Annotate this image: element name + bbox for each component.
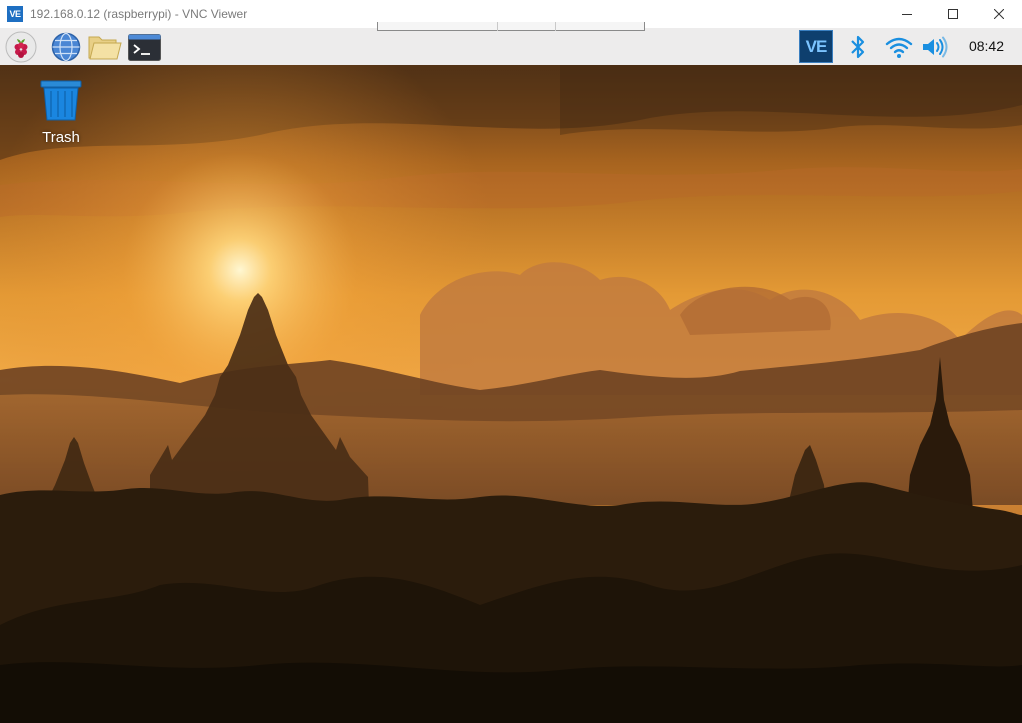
trash-label: Trash: [42, 129, 80, 146]
window-title: 192.168.0.12 (raspberrypi) - VNC Viewer: [30, 7, 248, 21]
vnc-app-icon: VE: [7, 6, 23, 22]
minimize-icon: [902, 14, 912, 15]
wifi-icon: [885, 37, 913, 58]
bluetooth-button[interactable]: [846, 30, 870, 63]
file-manager-button[interactable]: [88, 30, 122, 63]
desktop[interactable]: Trash: [0, 65, 1022, 723]
taskbar: VE 08:42: [0, 28, 1022, 65]
vnc-server-tray-button[interactable]: VE: [798, 29, 834, 64]
maximize-button[interactable]: [930, 0, 976, 28]
volume-button[interactable]: [920, 30, 950, 63]
desktop-wallpaper: [0, 65, 1022, 723]
trash-icon: [40, 80, 82, 121]
volume-icon: [923, 36, 948, 57]
window-controls: [884, 0, 1022, 28]
vnc-toolbar-handle[interactable]: [377, 22, 645, 31]
bluetooth-icon: [851, 35, 865, 58]
clock[interactable]: 08:42: [969, 28, 1004, 65]
close-button[interactable]: [976, 0, 1022, 28]
raspberry-menu-icon: [5, 31, 37, 62]
raspberry-menu-button[interactable]: [4, 30, 38, 63]
close-icon: [994, 9, 1004, 19]
web-browser-icon: [51, 32, 81, 61]
file-manager-icon: [88, 36, 122, 59]
vnc-server-icon: VE: [799, 30, 833, 63]
web-browser-button[interactable]: [50, 30, 82, 63]
terminal-icon: [127, 33, 161, 61]
terminal-button[interactable]: [127, 30, 161, 63]
wifi-button[interactable]: [883, 30, 915, 63]
maximize-icon: [948, 9, 958, 19]
desktop-icon-trash[interactable]: Trash: [31, 79, 91, 146]
minimize-button[interactable]: [884, 0, 930, 28]
